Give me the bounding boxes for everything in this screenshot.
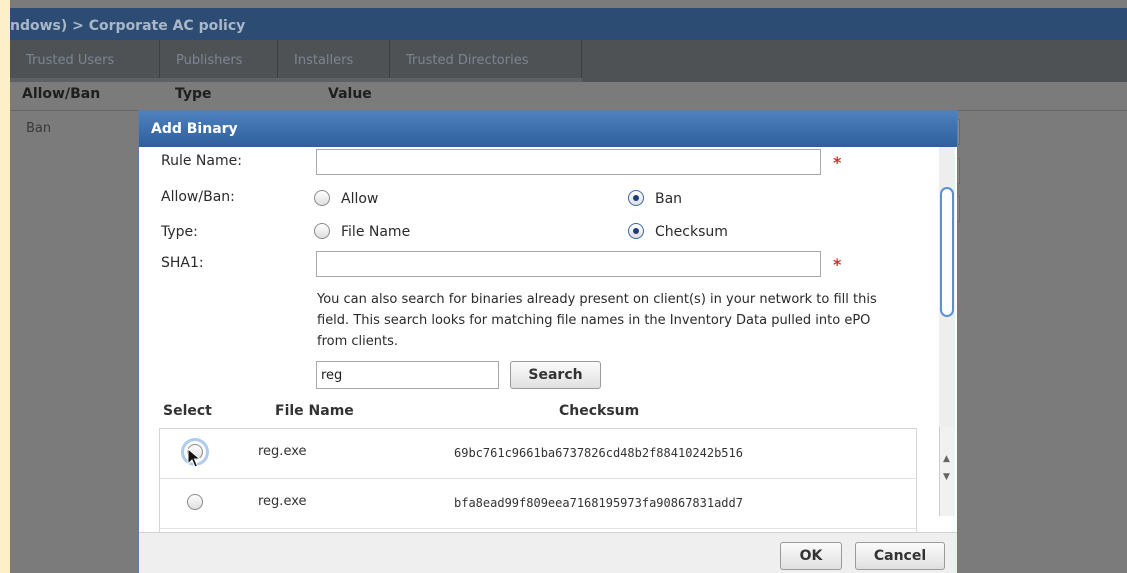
app-window: ndows) > Corporate AC policy Trusted Use… (10, 0, 1127, 573)
mouse-cursor-icon (187, 448, 201, 468)
dialog-title: Add Binary (139, 111, 957, 147)
rule-name-label: Rule Name: (161, 153, 242, 169)
allow-option-label: Allow (341, 191, 379, 207)
checksum-radio[interactable] (628, 223, 644, 239)
scroll-down-icon[interactable]: ▼ (943, 472, 950, 482)
required-marker: * (833, 153, 842, 172)
scroll-up-icon[interactable]: ▲ (943, 454, 950, 464)
column-header-allow-ban: Allow/Ban (22, 86, 101, 102)
sha1-input[interactable] (316, 251, 821, 277)
dialog-body: Rule Name: * Allow/Ban: Allow Ban Type: … (139, 147, 957, 532)
scrollbar-thumb[interactable] (940, 187, 954, 317)
column-header-value: Value (328, 86, 372, 102)
column-header-type: Type (175, 86, 212, 102)
table-row[interactable]: reg.exe bfa8ead99f809eea7168195973fa9086… (160, 479, 916, 529)
ok-button[interactable]: OK (780, 542, 842, 570)
tab-strip-edge (10, 78, 582, 82)
tab-trusted-users[interactable]: Trusted Users (10, 40, 160, 82)
add-binary-dialog: Add Binary Rule Name: * Allow/Ban: Allow… (138, 110, 958, 573)
tab-publishers[interactable]: Publishers (160, 40, 278, 82)
required-marker: * (833, 255, 842, 274)
sha1-label: SHA1: (161, 255, 204, 271)
result-file-name: reg.exe (258, 444, 307, 459)
ban-option-label: Ban (655, 191, 683, 207)
tabs-row: Trusted Users Publishers Installers Trus… (10, 40, 1127, 82)
search-help-text: You can also search for binaries already… (317, 292, 877, 349)
checksum-option-label: Checksum (655, 224, 728, 240)
dialog-footer: OK Cancel (139, 532, 957, 573)
results-header-file-name: File Name (275, 403, 354, 419)
results-list: reg.exe 69bc761c9661ba6737826cd48b2f8841… (159, 428, 917, 532)
result-checksum: bfa8ead99f809eea7168195973fa90867831add7 (454, 496, 743, 510)
result-checksum: 69bc761c9661ba6737826cd48b2f88410242b516 (454, 446, 743, 460)
breadcrumb-bar: ndows) > Corporate AC policy (10, 8, 1127, 40)
table-row[interactable]: reg.exe 69bc761c9661ba6737826cd48b2f8841… (160, 429, 916, 479)
dialog-scrollbar[interactable] (939, 147, 955, 427)
allow-radio[interactable] (314, 190, 330, 206)
tab-installers[interactable]: Installers (278, 40, 390, 82)
results-scrollbar[interactable]: ▲ ▼ (939, 424, 955, 516)
rule-name-input[interactable] (316, 149, 821, 175)
results-header-select: Select (163, 403, 212, 419)
file-name-option-label: File Name (341, 224, 411, 240)
type-label: Type: (161, 224, 198, 240)
cancel-button[interactable]: Cancel (855, 542, 945, 570)
ban-radio[interactable] (628, 190, 644, 206)
tab-trusted-directories[interactable]: Trusted Directories (390, 40, 582, 82)
result-file-name: reg.exe (258, 494, 307, 509)
table-row-allow-ban: Ban (26, 121, 52, 136)
allow-ban-label: Allow/Ban: (161, 189, 235, 205)
breadcrumb: ndows) > Corporate AC policy (10, 18, 246, 34)
search-button[interactable]: Search (510, 361, 601, 389)
search-input[interactable]: reg (316, 361, 499, 389)
select-radio[interactable] (187, 494, 203, 510)
results-header-checksum: Checksum (559, 403, 640, 419)
file-name-radio[interactable] (314, 223, 330, 239)
